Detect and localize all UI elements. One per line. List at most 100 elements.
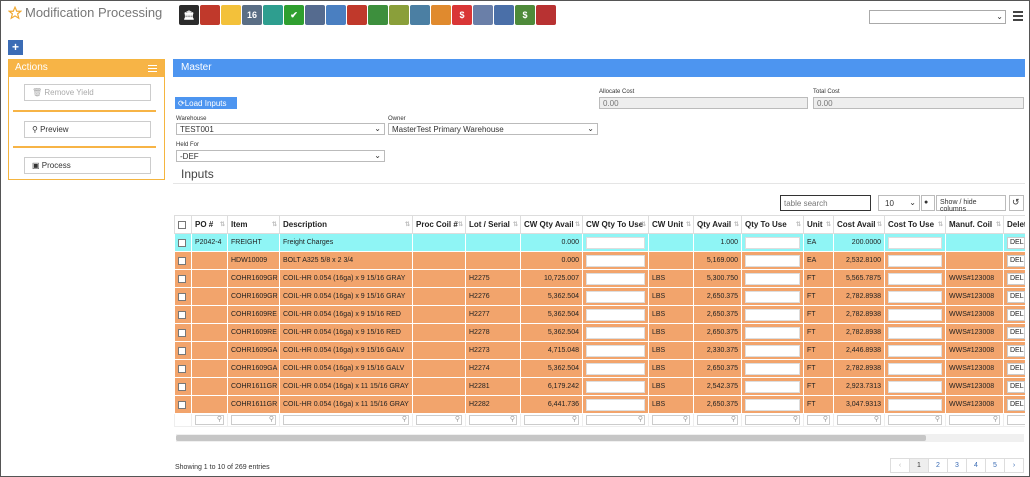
column-filter-input[interactable]: ⚲ — [949, 415, 1000, 425]
column-header[interactable]: Cost To Use ⇅ — [884, 215, 946, 234]
table-search-input[interactable]: table search — [780, 195, 871, 211]
cw-qty-to-use-input[interactable] — [586, 362, 645, 375]
cost-to-use-input[interactable] — [888, 254, 942, 267]
table-row[interactable]: COHR1609GR COIL-HR 0.054 (16ga) x 9 15/16… — [174, 269, 1025, 288]
column-filter-input[interactable]: ⚲ — [807, 415, 830, 425]
check-icon[interactable]: ✔ — [284, 5, 304, 25]
row-select-cell[interactable] — [174, 323, 192, 342]
column-header[interactable]: Proc Coil # ⇅ — [412, 215, 466, 234]
column-header[interactable]: Description ⇅ — [279, 215, 413, 234]
column-header[interactable]: Lot / Serial ⇅ — [465, 215, 521, 234]
column-filter-input[interactable]: ⚲ — [888, 415, 942, 425]
column-filter-input[interactable]: ⚲ — [586, 415, 645, 425]
delete-button[interactable]: DEL — [1007, 308, 1025, 321]
qty-to-use-input[interactable] — [745, 398, 800, 411]
row-select-cell[interactable] — [174, 395, 192, 414]
page-button[interactable]: 1 — [909, 458, 929, 473]
delete-button[interactable]: DEL — [1007, 362, 1025, 375]
show-hide-columns-button[interactable]: Show / hide columns — [936, 195, 1006, 213]
bank-icon[interactable]: 🏛 — [179, 5, 199, 25]
hamburger-menu-icon[interactable] — [1013, 11, 1023, 21]
table-row[interactable]: HDW10009 BOLT A325 5/8 x 2 3/4 0.000 5,169.… — [174, 251, 1025, 270]
qty-to-use-input[interactable] — [745, 236, 800, 249]
row-select-cell[interactable] — [174, 341, 192, 360]
table-row[interactable]: COHR1609GR COIL-HR 0.054 (16ga) x 9 15/16… — [174, 287, 1025, 306]
page-size-select[interactable]: 10 ⌄ — [878, 195, 920, 211]
delete-button[interactable]: DEL — [1007, 326, 1025, 339]
column-header[interactable]: Qty To Use ⇅ — [741, 215, 804, 234]
column-header[interactable]: CW Unit ⇅ — [648, 215, 694, 234]
owner-select[interactable]: MasterTest Primary Warehouse ⌄ — [388, 123, 598, 135]
column-filter-input[interactable]: ⚲ — [231, 415, 276, 425]
row-checkbox[interactable] — [178, 382, 186, 391]
column-header[interactable]: Unit ⇅ — [803, 215, 834, 234]
column-filter-input[interactable]: ⚲ — [469, 415, 517, 425]
cost-to-use-input[interactable] — [888, 308, 942, 321]
row-select-cell[interactable] — [174, 377, 192, 396]
column-filter-input[interactable]: ⚲ — [837, 415, 881, 425]
row-checkbox[interactable] — [178, 292, 186, 301]
magnifier-icon[interactable] — [326, 5, 346, 25]
cost-to-use-input[interactable] — [888, 362, 942, 375]
calendar-icon[interactable]: 16 — [242, 5, 262, 25]
cost-to-use-input[interactable] — [888, 236, 942, 249]
table-row[interactable]: COHR1609GA COIL-HR 0.054 (16ga) x 9 15/16… — [174, 341, 1025, 360]
prev-page-button[interactable]: ‹ — [890, 458, 910, 473]
coins-icon[interactable] — [431, 5, 451, 25]
scrollbar-thumb[interactable] — [176, 435, 926, 441]
column-filter-input[interactable]: ⚲ — [697, 415, 738, 425]
document-icon[interactable] — [473, 5, 493, 25]
qty-to-use-input[interactable] — [745, 344, 800, 357]
load-inputs-button[interactable]: ⟳Load Inputs — [175, 97, 237, 109]
column-header[interactable]: Qty Avail ⇅ — [693, 215, 742, 234]
user-columns-button[interactable]: ● — [921, 195, 935, 211]
row-checkbox[interactable] — [178, 346, 186, 355]
reset-icon[interactable]: ↺ — [1009, 195, 1024, 211]
actions-menu-icon[interactable] — [148, 65, 157, 74]
column-header[interactable]: PO # ⇅ — [191, 215, 228, 234]
dollar-chat-icon[interactable]: $ — [452, 5, 472, 25]
cw-qty-to-use-input[interactable] — [586, 344, 645, 357]
column-header[interactable]: Manuf. Coil ⇅ — [945, 215, 1004, 234]
user-icon[interactable] — [200, 5, 220, 25]
column-filter-input[interactable]: ⚲ — [652, 415, 690, 425]
column-filter-input[interactable]: ⚲ — [283, 415, 409, 425]
cost-to-use-input[interactable] — [888, 380, 942, 393]
page-button[interactable]: 2 — [928, 458, 948, 473]
cw-qty-to-use-input[interactable] — [586, 398, 645, 411]
column-header[interactable]: Cost Avail ⇅ — [833, 215, 885, 234]
table-row[interactable]: COHR1611GR COIL-HR 0.054 (16ga) x 11 15/1… — [174, 395, 1025, 414]
qty-to-use-input[interactable] — [745, 362, 800, 375]
row-checkbox[interactable] — [178, 400, 186, 409]
clock-icon[interactable] — [263, 5, 283, 25]
column-header[interactable]: CW Qty To Use ⇅ — [582, 215, 649, 234]
delete-button[interactable]: DEL — [1007, 380, 1025, 393]
column-filter-input[interactable]: ⚲ — [745, 415, 800, 425]
total-cost-field[interactable]: 0.00 — [813, 97, 1024, 109]
qty-to-use-input[interactable] — [745, 326, 800, 339]
row-checkbox[interactable] — [178, 238, 186, 247]
next-page-button[interactable]: › — [1004, 458, 1024, 473]
delete-button[interactable]: DEL — [1007, 254, 1025, 267]
dice-icon[interactable] — [536, 5, 556, 25]
row-checkbox[interactable] — [178, 256, 186, 265]
basket-icon[interactable] — [368, 5, 388, 25]
cost-to-use-input[interactable] — [888, 326, 942, 339]
money-icon[interactable]: $ — [515, 5, 535, 25]
row-select-cell[interactable] — [174, 251, 192, 270]
global-search-select[interactable]: ⌄ — [869, 10, 1006, 24]
table-row[interactable]: COHR1609RE COIL-HR 0.054 (16ga) x 9 15/16… — [174, 305, 1025, 324]
qty-to-use-input[interactable] — [745, 308, 800, 321]
row-select-cell[interactable] — [174, 233, 192, 252]
delete-button[interactable]: DEL — [1007, 398, 1025, 411]
box-icon[interactable] — [389, 5, 409, 25]
column-header[interactable]: CW Qty Avail ⇅ — [520, 215, 583, 234]
page-button[interactable]: 5 — [985, 458, 1005, 473]
column-header[interactable]: Delete⇅ — [1003, 215, 1025, 234]
process-button[interactable]: ▣ Process — [24, 157, 151, 174]
warehouse-select[interactable]: TEST001 ⌄ — [176, 123, 385, 135]
house-icon[interactable] — [410, 5, 430, 25]
preview-button[interactable]: ⚲ Preview — [24, 121, 151, 138]
table-row[interactable]: P2042-4 FREIGHT Freight Charges 0.000 1.000 E… — [174, 233, 1025, 252]
page-button[interactable]: 4 — [966, 458, 986, 473]
